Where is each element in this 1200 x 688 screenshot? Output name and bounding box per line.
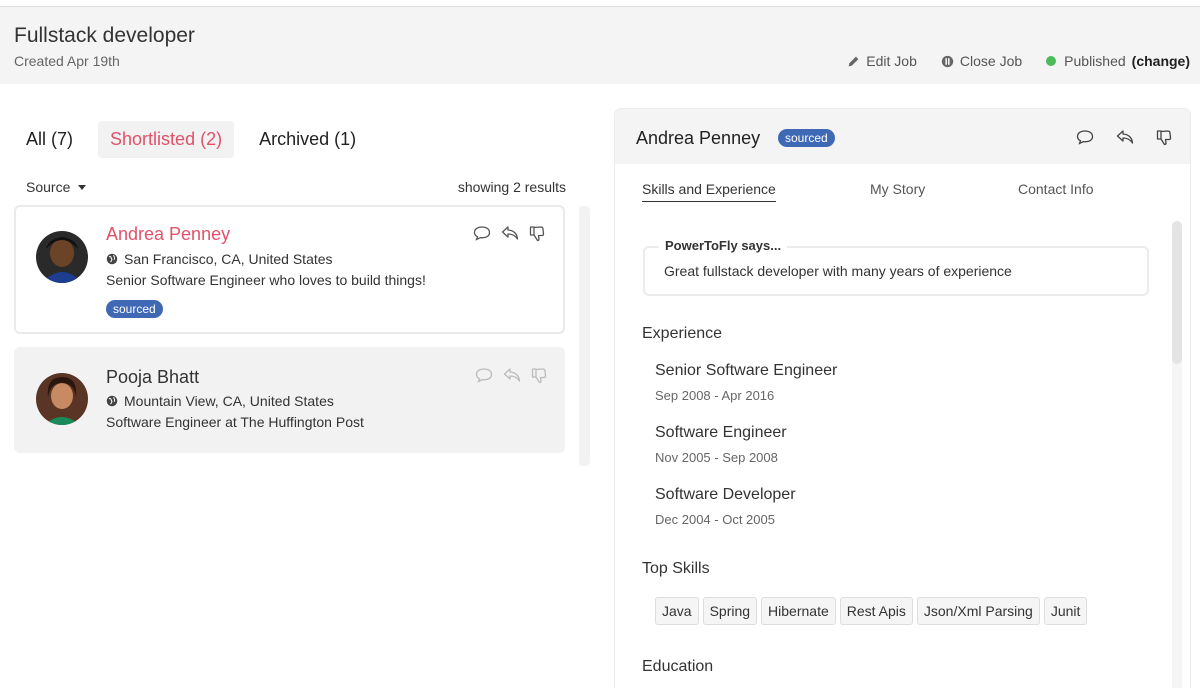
- skill-tag: Json/Xml Parsing: [916, 597, 1040, 625]
- comment-icon: [473, 226, 491, 241]
- thumbs-down-icon: [1156, 130, 1172, 146]
- detail-scrollbar[interactable]: [1172, 221, 1182, 688]
- edit-job-button[interactable]: Edit Job: [847, 53, 917, 69]
- dislike-button[interactable]: [531, 367, 547, 384]
- skill-tag: Junit: [1043, 597, 1088, 625]
- close-job-button[interactable]: Close Job: [941, 53, 1022, 69]
- tab-contact-info[interactable]: Contact Info: [1018, 181, 1094, 197]
- tab-archived-count: (1): [334, 129, 357, 149]
- skill-tag: Rest Apis: [839, 597, 913, 625]
- results-count: showing 2 results: [457, 179, 566, 195]
- candidate-location: Mountain View, CA, United States: [106, 393, 334, 409]
- detail-header: Andrea Penney sourced: [615, 109, 1190, 164]
- skills-list: Java Spring Hibernate Rest Apis Json/Xml…: [655, 597, 1091, 625]
- experience-item: Senior Software Engineer Sep 2008 - Apr …: [655, 362, 837, 403]
- filter-bar: Source showing 2 results: [26, 179, 566, 195]
- candidate-headline: Software Engineer at The Huffington Post: [106, 414, 364, 430]
- card-actions: [463, 225, 545, 242]
- reply-icon: [1116, 130, 1134, 144]
- comment-button[interactable]: [473, 225, 491, 242]
- reply-button[interactable]: [1116, 129, 1134, 146]
- sourced-badge: sourced: [778, 129, 835, 147]
- experience-title: Software Developer: [655, 486, 796, 503]
- scrollbar-thumb[interactable]: [1172, 221, 1182, 364]
- list-scrollbar[interactable]: [579, 206, 590, 466]
- comment-button[interactable]: [475, 367, 493, 384]
- reply-icon: [503, 368, 521, 382]
- status-indicator: Published (change): [1046, 53, 1190, 69]
- detail-candidate-name: Andrea Penney: [636, 128, 761, 148]
- candidate-location-text: Mountain View, CA, United States: [124, 393, 334, 409]
- skill-tag: Hibernate: [761, 597, 836, 625]
- reply-button[interactable]: [501, 225, 519, 242]
- avatar: [36, 231, 88, 283]
- status-dot: [1046, 56, 1057, 66]
- education-heading: Education: [642, 658, 714, 675]
- pencil-icon: [848, 56, 859, 66]
- skill-tag: Spring: [702, 597, 758, 625]
- says-title: PowerToFly says...: [659, 238, 788, 253]
- experience-heading: Experience: [642, 325, 723, 342]
- tab-all[interactable]: All (7): [14, 121, 85, 158]
- candidate-card[interactable]: Pooja Bhatt Mountain View, CA, United St…: [14, 347, 565, 453]
- experience-title: Senior Software Engineer: [655, 362, 838, 379]
- candidate-card[interactable]: Andrea Penney San Francisco, CA, United …: [14, 205, 565, 334]
- dislike-button[interactable]: [529, 225, 545, 242]
- top-skills-heading: Top Skills: [642, 560, 710, 577]
- top-divider: [0, 6, 1200, 7]
- candidate-headline: Senior Software Engineer who loves to bu…: [106, 272, 426, 288]
- tab-shortlisted-count: (2): [200, 129, 223, 149]
- experience-dates: Dec 2004 - Oct 2005: [655, 512, 775, 527]
- comment-icon: [1076, 130, 1094, 145]
- candidate-name[interactable]: Andrea Penney: [106, 224, 230, 245]
- caret-down-icon: [78, 184, 87, 190]
- source-dropdown[interactable]: Source: [26, 179, 87, 195]
- says-text: Great fullstack developer with many year…: [664, 263, 1012, 279]
- change-status-link[interactable]: (change): [1132, 53, 1190, 69]
- detail-actions: [1054, 129, 1172, 146]
- status-label: Published: [1064, 53, 1126, 69]
- job-created-date: Created Apr 19th: [14, 53, 120, 69]
- card-actions: [465, 367, 547, 384]
- job-header: Fullstack developer Created Apr 19th Edi…: [0, 0, 1200, 84]
- reply-icon: [501, 226, 519, 240]
- tab-my-story[interactable]: My Story: [870, 181, 925, 197]
- tab-all-label: All: [26, 129, 47, 149]
- tab-shortlisted[interactable]: Shortlisted (2): [98, 121, 235, 158]
- tab-archived-label: Archived: [259, 129, 330, 149]
- sourced-badge: sourced: [106, 300, 163, 318]
- candidate-location-text: San Francisco, CA, United States: [124, 251, 333, 267]
- experience-dates: Sep 2008 - Apr 2016: [655, 388, 775, 403]
- close-circle-icon: [941, 55, 954, 67]
- thumbs-down-icon: [531, 368, 547, 384]
- edit-job-label: Edit Job: [866, 53, 917, 69]
- experience-title: Software Engineer: [655, 424, 787, 441]
- globe-icon: [106, 253, 118, 265]
- tab-all-count: (7): [51, 129, 74, 149]
- experience-item: Software Engineer Nov 2005 - Sep 2008: [655, 424, 787, 465]
- experience-dates: Nov 2005 - Sep 2008: [655, 450, 778, 465]
- job-title: Fullstack developer: [14, 24, 195, 47]
- candidate-location: San Francisco, CA, United States: [106, 251, 333, 267]
- source-label: Source: [26, 179, 71, 195]
- candidate-detail-panel: Andrea Penney sourced Skills and Experie…: [615, 109, 1190, 688]
- tab-archived[interactable]: Archived (1): [247, 121, 368, 158]
- comment-icon: [475, 368, 493, 383]
- job-actions: Edit Job Close Job Published (change): [823, 53, 1190, 69]
- globe-icon: [106, 395, 118, 407]
- skill-tag: Java: [655, 597, 699, 625]
- powertofly-says-box: PowerToFly says... Great fullstack devel…: [643, 238, 1149, 296]
- experience-item: Software Developer Dec 2004 - Oct 2005: [655, 486, 796, 527]
- comment-button[interactable]: [1076, 129, 1094, 146]
- tab-shortlisted-label: Shortlisted: [110, 129, 196, 149]
- tab-skills-experience[interactable]: Skills and Experience: [642, 181, 776, 202]
- avatar: [36, 373, 88, 425]
- dislike-button[interactable]: [1156, 129, 1172, 146]
- reply-button[interactable]: [503, 367, 521, 384]
- close-job-label: Close Job: [959, 53, 1023, 69]
- candidate-tabs: All (7) Shortlisted (2) Archived (1): [14, 121, 381, 158]
- thumbs-down-icon: [529, 226, 545, 242]
- candidate-name[interactable]: Pooja Bhatt: [106, 367, 199, 388]
